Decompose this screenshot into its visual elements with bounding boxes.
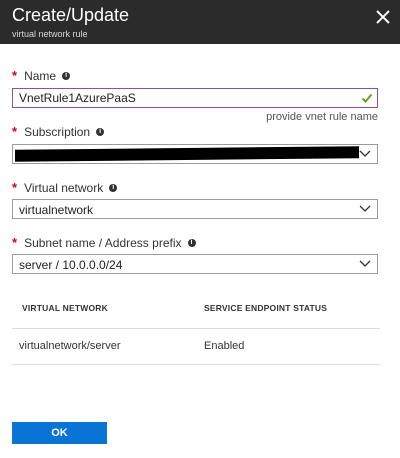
name-label-text: Name (24, 68, 57, 83)
subnet-label: * Subnet name / Address prefix i (12, 235, 196, 250)
info-icon[interactable]: i (96, 127, 105, 136)
info-icon[interactable]: i (109, 183, 118, 192)
virtual-network-label-text: Virtual network (24, 180, 104, 195)
subscription-label-text: Subscription (24, 124, 91, 139)
name-input-box[interactable] (12, 88, 378, 108)
table-row: virtualnetwork/server Enabled (12, 329, 380, 365)
ok-button[interactable]: OK (12, 422, 107, 444)
required-marker: * (12, 180, 18, 195)
checkmark-icon (361, 93, 373, 103)
name-helper-text: provide vnet rule name (266, 111, 378, 123)
info-icon[interactable]: i (187, 238, 196, 247)
blade-header: Create/Update virtual network rule (0, 0, 400, 44)
subnet-label-text: Subnet name / Address prefix (24, 235, 182, 250)
column-header-service-endpoint-status: SERVICE ENDPOINT STATUS (204, 303, 328, 313)
blade-title: Create/Update (12, 5, 130, 25)
required-marker: * (12, 68, 18, 83)
subnet-value: server / 10.0.0.0/24 (19, 258, 123, 272)
name-label: * Name i (12, 68, 71, 83)
name-input[interactable] (13, 89, 349, 107)
virtual-network-label: * Virtual network i (12, 180, 118, 195)
virtual-network-dropdown[interactable]: virtualnetwork (12, 199, 378, 219)
subnet-dropdown[interactable]: server / 10.0.0.0/24 (12, 254, 378, 274)
chevron-down-icon[interactable] (359, 150, 371, 158)
redacted-value (15, 146, 359, 162)
blade-subtitle: virtual network rule (12, 29, 88, 39)
close-icon[interactable] (372, 6, 394, 28)
required-marker: * (12, 124, 18, 139)
endpoint-status-table: VIRTUAL NETWORK SERVICE ENDPOINT STATUS … (12, 290, 380, 365)
required-marker: * (12, 235, 18, 250)
table-header: VIRTUAL NETWORK SERVICE ENDPOINT STATUS (12, 290, 380, 329)
info-icon[interactable]: i (62, 71, 71, 80)
virtual-network-value: virtualnetwork (19, 203, 94, 217)
chevron-down-icon[interactable] (359, 205, 371, 213)
column-header-virtual-network: VIRTUAL NETWORK (22, 303, 108, 313)
subscription-label: * Subscription i (12, 124, 105, 139)
subscription-dropdown[interactable] (12, 144, 378, 164)
cell-virtual-network: virtualnetwork/server (19, 340, 121, 352)
cell-status: Enabled (204, 340, 245, 352)
chevron-down-icon[interactable] (359, 260, 371, 268)
